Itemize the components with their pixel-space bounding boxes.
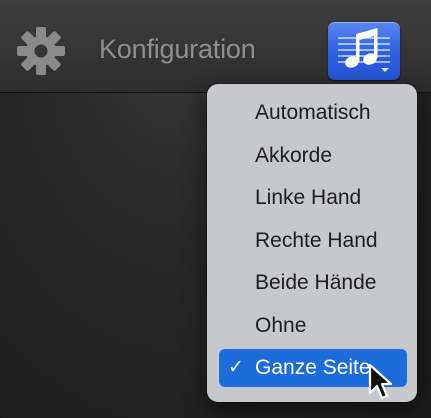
checkmark-icon: ✓ — [228, 357, 244, 378]
dropdown-menu: Automatisch Akkorde Linke Hand Rechte Ha… — [207, 84, 417, 402]
music-score-icon — [338, 28, 390, 72]
menu-item-label: Linke Hand — [255, 186, 362, 209]
menu-item-beide-haende[interactable]: Beide Hände — [219, 264, 407, 302]
chevron-down-icon — [381, 68, 389, 72]
app-window: Konfiguration Automatisch Akkorde Linke … — [0, 0, 431, 418]
menu-item-label: Ohne — [255, 314, 307, 337]
toolbar: Konfiguration — [0, 0, 431, 93]
menu-item-automatisch[interactable]: Automatisch — [219, 94, 407, 132]
menu-item-linke-hand[interactable]: Linke Hand — [219, 179, 407, 217]
menu-item-label: Rechte Hand — [255, 229, 378, 252]
menu-item-ohne[interactable]: Ohne — [219, 307, 407, 345]
menu-item-label: Automatisch — [255, 101, 371, 124]
menu-item-rechte-hand[interactable]: Rechte Hand — [219, 222, 407, 260]
score-view-button[interactable] — [328, 22, 400, 80]
menu-item-label: Akkorde — [255, 144, 333, 167]
menu-item-akkorde[interactable]: Akkorde — [219, 137, 407, 175]
mouse-pointer-icon — [368, 363, 393, 400]
page-title: Konfiguration — [99, 34, 256, 64]
menu-item-label: Ganze Seite — [255, 356, 371, 379]
gear-icon[interactable] — [12, 25, 70, 77]
menu-item-label: Beide Hände — [255, 271, 377, 294]
